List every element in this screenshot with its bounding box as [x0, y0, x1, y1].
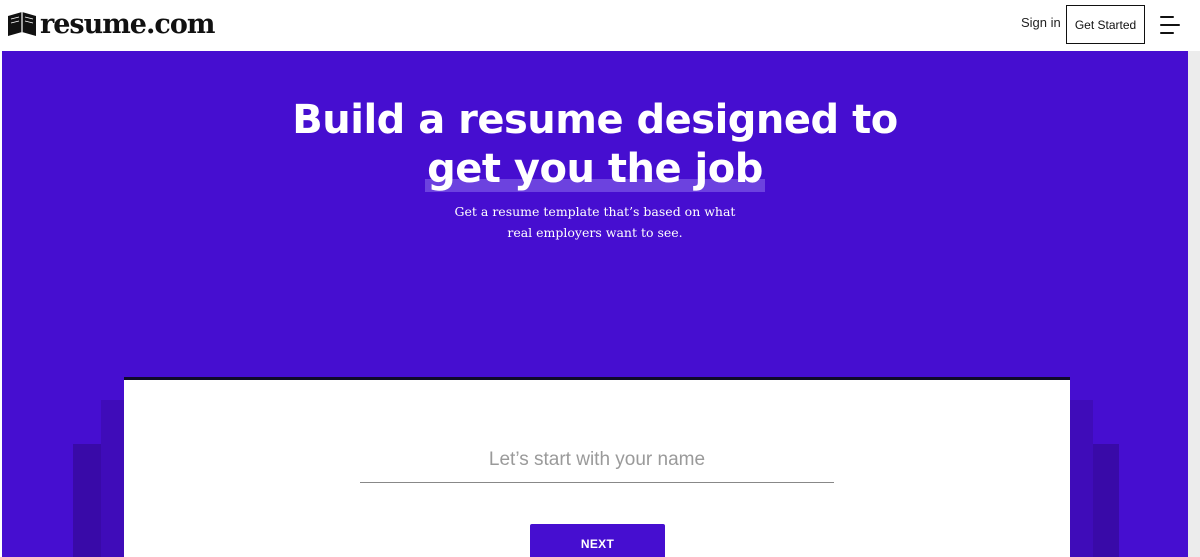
logo-link[interactable]: resume.com	[6, 5, 215, 43]
hero-title-line-2-text: get you the job	[427, 146, 763, 192]
next-button[interactable]: NEXT	[530, 524, 665, 557]
hero-title: Build a resume designed to get you the j…	[2, 96, 1188, 194]
book-logo-icon	[8, 12, 36, 36]
name-input[interactable]	[360, 438, 834, 483]
sign-in-link[interactable]: Sign in	[1021, 15, 1061, 30]
hero-subtitle: Get a resume template that’s based on wh…	[454, 204, 736, 240]
logo-text: resume.com	[40, 8, 215, 40]
scrollbar-track[interactable]	[1188, 51, 1200, 557]
hero-title-line-1: Build a resume designed to	[292, 97, 898, 143]
name-form-card: NEXT	[124, 377, 1070, 557]
site-header: resume.com Sign in Get Started	[0, 0, 1200, 51]
hamburger-menu-icon[interactable]	[1158, 12, 1182, 38]
hero-section: Build a resume designed to get you the j…	[2, 51, 1188, 557]
hero-title-line-2: get you the job	[425, 145, 765, 194]
get-started-button[interactable]: Get Started	[1066, 5, 1145, 44]
